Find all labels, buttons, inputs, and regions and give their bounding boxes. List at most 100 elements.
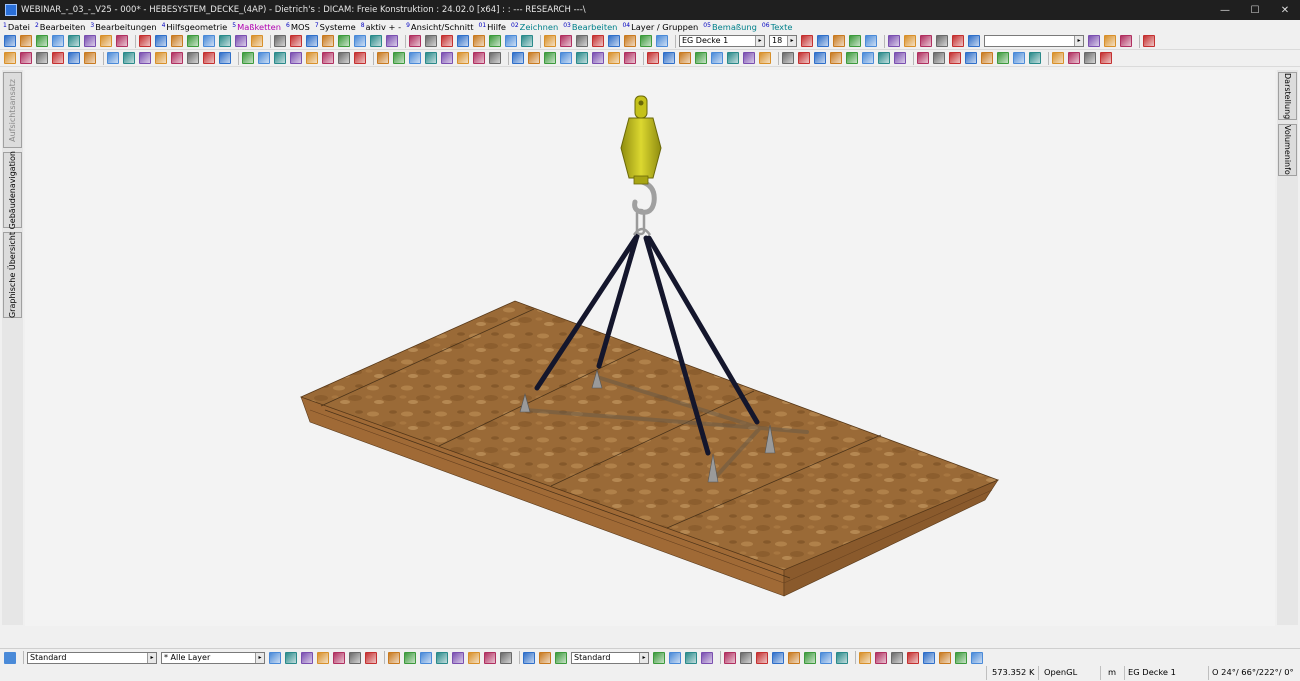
toolbar-tool-icon[interactable] [640,35,652,47]
tab-aufsichtsansatz[interactable]: Aufsichtsansatz [3,72,22,148]
toolbar-tool-icon[interactable] [489,52,501,64]
toolbar-tool-icon[interactable] [1120,35,1132,47]
toolbar-tool-icon[interactable] [420,651,432,664]
toolbar-tool-icon[interactable] [592,52,604,64]
toolbar-tool-icon[interactable] [52,35,64,47]
toolbar-tool-icon[interactable] [608,52,620,64]
menu-item[interactable]: 1Datei [3,22,30,32]
toolbar-tool-icon[interactable] [817,35,829,47]
toolbar-tool-icon[interactable] [981,52,993,64]
toolbar-tool-icon[interactable] [1143,35,1155,47]
toolbar-tool-icon[interactable] [235,35,247,47]
toolbar-tool-icon[interactable] [576,52,588,64]
toolbar-tool-icon[interactable] [888,35,900,47]
toolbar-tool-icon[interactable] [354,52,366,64]
toolbar-tool-icon[interactable] [560,35,572,47]
toolbar-tool-icon[interactable] [409,52,421,64]
close-button[interactable]: ✕ [1270,0,1300,20]
tab-volumeninfo[interactable]: Volumeninfo [1278,124,1297,176]
toolbar-tool-icon[interactable] [84,35,96,47]
toolbar-tool-icon[interactable] [365,651,377,664]
toolbar-tool-icon[interactable] [560,52,572,64]
toolbar-tool-icon[interactable] [865,35,877,47]
menu-item[interactable]: 03Bearbeiten [563,22,617,32]
dropdown-arrow-icon[interactable]: ▸ [787,36,796,46]
menu-item[interactable]: 7Systeme [315,22,356,32]
toolbar-tool-icon[interactable] [917,52,929,64]
menu-item[interactable]: 3Bearbeitungen [90,22,156,32]
toolbar-tool-icon[interactable] [386,35,398,47]
menu-item[interactable]: 5Maßketten [232,22,281,32]
toolbar-tool-icon[interactable] [20,35,32,47]
minimize-button[interactable]: — [1210,0,1240,20]
toolbar-tool-icon[interactable] [1068,52,1080,64]
toolbar-tool-icon[interactable] [203,52,215,64]
toolbar-tool-icon[interactable] [171,52,183,64]
toolbar-tool-icon[interactable] [505,35,517,47]
toolbar-tool-icon[interactable] [1088,35,1100,47]
toolbar-tool-icon[interactable] [473,52,485,64]
toolbar-tool-icon[interactable] [317,651,329,664]
toolbar-tool-icon[interactable] [36,52,48,64]
toolbar-tool-icon[interactable] [370,35,382,47]
toolbar-tool-icon[interactable] [285,651,297,664]
toolbar-tool-icon[interactable] [701,651,713,664]
toolbar-tool-icon[interactable] [333,651,345,664]
toolbar-tool-icon[interactable] [592,35,604,47]
dropdown-arrow-icon[interactable]: ▸ [755,36,764,46]
toolbar-tool-icon[interactable] [836,651,848,664]
toolbar-tool-icon[interactable] [1084,52,1096,64]
toolbar-tool-icon[interactable] [743,52,755,64]
toolbar-tool-icon[interactable] [830,52,842,64]
toolbar-tool-icon[interactable] [833,35,845,47]
toolbar-tool-icon[interactable] [576,35,588,47]
extra-select[interactable]: ▸ [984,35,1084,47]
toolbar-tool-icon[interactable] [759,52,771,64]
toolbar-tool-icon[interactable] [971,651,983,664]
toolbar-tool-icon[interactable] [354,35,366,47]
menu-item[interactable]: 02Zeichnen [511,22,558,32]
toolbar-tool-icon[interactable] [894,52,906,64]
size-select[interactable]: 18 ▸ [769,35,797,47]
toolbar-tool-icon[interactable] [952,35,964,47]
toolbar-tool-icon[interactable] [139,52,151,64]
toolbar-tool-icon[interactable] [36,35,48,47]
toolbar-tool-icon[interactable] [187,52,199,64]
toolbar-tool-icon[interactable] [100,35,112,47]
toolbar-tool-icon[interactable] [301,651,313,664]
toolbar-tool-icon[interactable] [859,651,871,664]
toolbar-tool-icon[interactable] [500,651,512,664]
menu-item[interactable]: 9Ansicht/Schnitt [406,22,473,32]
toolbar-tool-icon[interactable] [756,651,768,664]
toolbar-tool-icon[interactable] [788,651,800,664]
toolbar-tool-icon[interactable] [555,651,567,664]
toolbar-tool-icon[interactable] [782,52,794,64]
floor-select[interactable]: EG Decke 1 ▸ [679,35,765,47]
toolbar-tool-icon[interactable] [772,651,784,664]
menu-item[interactable]: 8aktiv + - [361,22,401,32]
toolbar-tool-icon[interactable] [965,52,977,64]
toolbar-tool-icon[interactable] [891,651,903,664]
toolbar-tool-icon[interactable] [473,35,485,47]
toolbar-tool-icon[interactable] [306,52,318,64]
menu-item[interactable]: 06Texte [762,22,793,32]
toolbar-tool-icon[interactable] [624,52,636,64]
toolbar-tool-icon[interactable] [20,52,32,64]
toolbar-tool-icon[interactable] [425,35,437,47]
style-select[interactable]: Standard ▸ [27,651,157,664]
toolbar-tool-icon[interactable] [219,35,231,47]
toolbar-tool-icon[interactable] [997,52,1009,64]
toolbar-tool-icon[interactable] [242,52,254,64]
toolbar-tool-icon[interactable] [322,35,334,47]
toolbar-tool-icon[interactable] [878,52,890,64]
toolbar-tool-icon[interactable] [875,651,887,664]
toolbar-tool-icon[interactable] [4,35,16,47]
menu-item[interactable]: 4Hilfsgeometrie [162,22,228,32]
toolbar-tool-icon[interactable] [727,52,739,64]
toolbar-tool-icon[interactable] [801,35,813,47]
toolbar-tool-icon[interactable] [251,35,263,47]
dropdown-arrow-icon[interactable]: ▸ [147,652,156,663]
toolbar-tool-icon[interactable] [820,651,832,664]
toolbar-tool-icon[interactable] [724,651,736,664]
toolbar-tool-icon[interactable] [679,52,691,64]
